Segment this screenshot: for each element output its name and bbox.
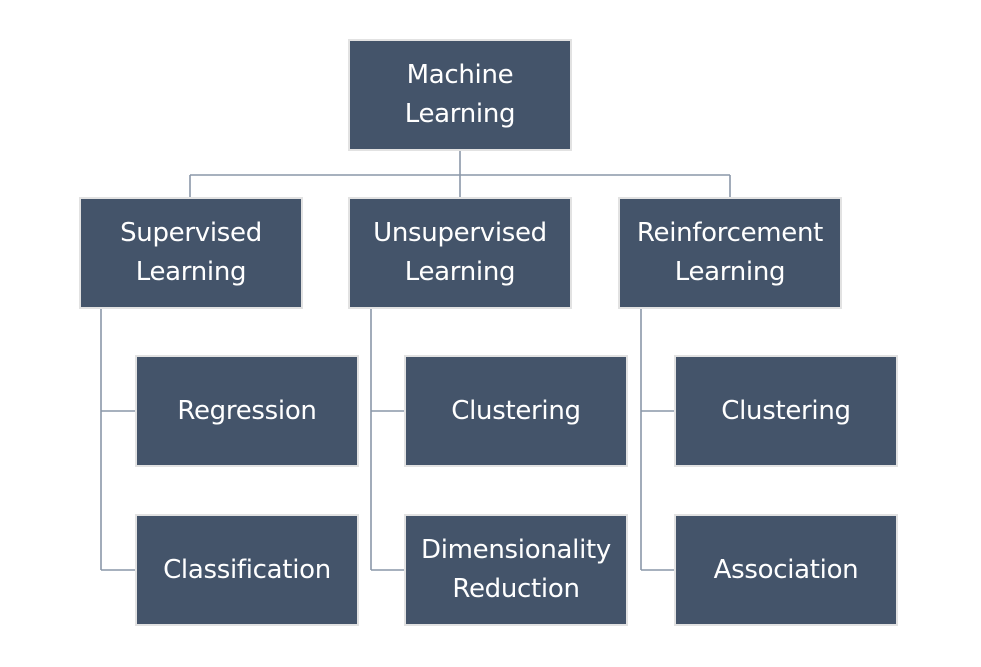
node-clustering-reinforcement: Clustering [674, 355, 898, 467]
ml-hierarchy-diagram: Machine Learning Supervised Learning Uns… [0, 0, 981, 667]
node-unsupervised-learning: Unsupervised Learning [348, 197, 572, 309]
node-machine-learning: Machine Learning [348, 39, 572, 151]
node-clustering-unsupervised: Clustering [404, 355, 628, 467]
node-classification: Classification [135, 514, 359, 626]
node-dimensionality-reduction: Dimensionality Reduction [404, 514, 628, 626]
node-supervised-learning: Supervised Learning [79, 197, 303, 309]
node-regression: Regression [135, 355, 359, 467]
node-association: Association [674, 514, 898, 626]
node-reinforcement-learning: Reinforcement Learning [618, 197, 842, 309]
